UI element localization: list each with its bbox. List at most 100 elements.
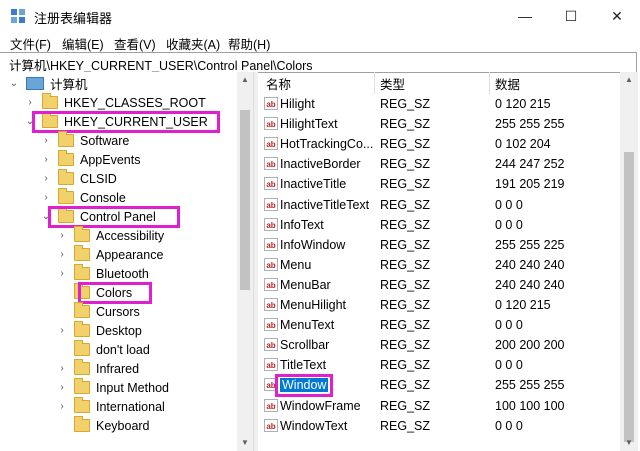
column-separator[interactable] [374, 72, 375, 94]
tree-item-don-t-load[interactable]: don't load [56, 340, 150, 359]
value-type: REG_SZ [380, 418, 431, 433]
list-scroll-thumb[interactable] [624, 152, 634, 442]
folder-icon [74, 378, 90, 394]
scroll-up-icon[interactable]: ▲ [241, 75, 249, 84]
string-value-icon: ab [264, 298, 278, 311]
list-scrollbar[interactable]: ▲ ▼ [620, 72, 638, 451]
tree-item-clsid[interactable]: › CLSID [40, 169, 117, 188]
tree-item-hkey-classes-root[interactable]: › HKEY_CLASSES_ROOT [24, 93, 206, 112]
chevron-right-icon[interactable]: › [56, 325, 68, 336]
tree-item-cursors[interactable]: Cursors [56, 302, 140, 321]
tree-item-label: Software [80, 133, 130, 148]
chevron-right-icon[interactable]: › [56, 401, 68, 412]
chevron-right-icon[interactable]: › [56, 363, 68, 374]
value-type: REG_SZ [380, 358, 431, 373]
tree-item-keyboard[interactable]: Keyboard [56, 416, 150, 435]
value-row[interactable]: ab Scrollbar REG_SZ 200 200 200 [258, 335, 620, 355]
value-row[interactable]: ab InfoWindow REG_SZ 255 255 225 [258, 235, 620, 255]
value-row[interactable]: ab InactiveBorder REG_SZ 244 247 252 [258, 154, 620, 174]
menu-favorites[interactable]: 收藏夹(A) [166, 34, 220, 53]
folder-icon [42, 93, 58, 109]
scroll-up-icon[interactable]: ▲ [625, 75, 633, 84]
regedit-app-icon [11, 9, 25, 23]
value-data: 191 205 219 [495, 177, 565, 192]
maximize-button[interactable]: ☐ [548, 0, 594, 32]
value-row[interactable]: ab InactiveTitle REG_SZ 191 205 219 [258, 174, 620, 194]
value-type: REG_SZ [380, 137, 431, 152]
chevron-right-icon[interactable]: › [40, 192, 52, 203]
tree-item-international[interactable]: › International [56, 397, 165, 416]
folder-icon [74, 359, 90, 375]
chevron-right-icon[interactable]: › [40, 154, 52, 165]
folder-icon [58, 150, 74, 166]
menu-edit[interactable]: 编辑(E) [62, 34, 104, 53]
tree-item-label: Appearance [96, 247, 164, 262]
chevron-right-icon[interactable]: › [24, 97, 36, 108]
folder-icon [74, 245, 90, 261]
key-tree-pane[interactable]: ⌄ 计算机 › HKEY_CLASSES_ROOT ⌄ HKEY_CURRENT_USER… [0, 72, 252, 451]
column-header-name[interactable]: 名称 [266, 72, 291, 94]
tree-item-appevents[interactable]: › AppEvents [40, 150, 140, 169]
value-data: 255 255 255 [495, 117, 565, 132]
tree-item-accessibility[interactable]: › Accessibility [56, 226, 164, 245]
value-type: REG_SZ [380, 157, 431, 172]
tree-item-label: HKEY_CLASSES_ROOT [64, 95, 206, 110]
chevron-right-icon[interactable]: › [40, 135, 52, 146]
tree-item-label: Keyboard [96, 418, 150, 433]
tree-item-infrared[interactable]: › Infrared [56, 359, 139, 378]
tree-item-bluetooth[interactable]: › Bluetooth [56, 264, 149, 283]
value-row[interactable]: ab MenuText REG_SZ 0 0 0 [258, 315, 620, 335]
tree-item-computer[interactable]: ⌄ 计算机 [8, 74, 88, 93]
tree-item-software[interactable]: › Software [40, 131, 129, 150]
value-type: REG_SZ [380, 277, 431, 292]
values-list-pane[interactable]: 名称 类型 数据 ab Hilight REG_SZ 0 120 215 ab Hilig… [258, 72, 640, 451]
value-row[interactable]: ab WindowFrame REG_SZ 100 100 100 [258, 396, 620, 416]
string-value-icon: ab [264, 197, 278, 211]
value-name: HotTrackingCo... [280, 137, 374, 152]
folder-icon [74, 302, 90, 318]
value-row[interactable]: ab HilightText REG_SZ 255 255 255 [258, 114, 620, 134]
chevron-down-icon[interactable]: ⌄ [8, 78, 20, 89]
value-row[interactable]: ab InfoText REG_SZ 0 0 0 [258, 215, 620, 235]
value-row[interactable]: ab Menu REG_SZ 240 240 240 [258, 255, 620, 275]
close-button[interactable]: ✕ [594, 0, 640, 32]
column-header-type[interactable]: 类型 [380, 72, 405, 94]
chevron-right-icon[interactable]: › [56, 249, 68, 260]
value-name: Menu [280, 257, 312, 272]
menu-view[interactable]: 查看(V) [114, 34, 156, 53]
value-data: 255 255 255 [495, 378, 565, 393]
tree-scrollbar[interactable]: ▲ ▼ [237, 72, 253, 451]
value-row[interactable]: ab InactiveTitleText REG_SZ 0 0 0 [258, 195, 620, 215]
chevron-right-icon[interactable]: › [40, 173, 52, 184]
tree-item-appearance[interactable]: › Appearance [56, 245, 163, 264]
value-name: Hilight [280, 97, 315, 111]
tree-scroll-thumb[interactable] [240, 110, 250, 290]
column-separator[interactable] [489, 72, 490, 94]
chevron-right-icon[interactable]: › [56, 268, 68, 279]
scroll-down-icon[interactable]: ▼ [625, 438, 633, 447]
minimize-button[interactable]: — [502, 0, 548, 32]
chevron-right-icon[interactable]: › [56, 230, 68, 241]
value-name: InactiveBorder [280, 157, 361, 172]
value-row[interactable]: ab Hilight REG_SZ 0 120 215 [258, 94, 620, 114]
value-row[interactable]: ab MenuBar REG_SZ 240 240 240 [258, 275, 620, 295]
value-row[interactable]: ab MenuHilight REG_SZ 0 120 215 [258, 295, 620, 315]
string-value-icon: ab [264, 277, 278, 291]
menu-help[interactable]: 帮助(H) [228, 34, 270, 53]
tree-item-input-method[interactable]: › Input Method [56, 378, 169, 397]
tree-item-desktop[interactable]: › Desktop [56, 321, 142, 340]
scroll-down-icon[interactable]: ▼ [241, 438, 249, 447]
value-row[interactable]: ab TitleText REG_SZ 0 0 0 [258, 355, 620, 375]
address-bar[interactable]: 计算机\HKEY_CURRENT_USER\Control Panel\Colo… [0, 52, 637, 73]
value-row[interactable]: ab HotTrackingCo... REG_SZ 0 102 204 [258, 134, 620, 154]
tree-item-label: Bluetooth [96, 266, 149, 281]
value-type: REG_SZ [380, 398, 431, 413]
value-row[interactable]: ab WindowText REG_SZ 0 0 0 [258, 416, 620, 436]
tree-item-console[interactable]: › Console [40, 188, 126, 207]
value-name: Scrollbar [280, 338, 330, 353]
column-header-data[interactable]: 数据 [495, 72, 520, 94]
menu-file[interactable]: 文件(F) [10, 34, 51, 53]
tree-item-label: Cursors [96, 304, 140, 319]
chevron-right-icon[interactable]: › [56, 382, 68, 393]
string-value-icon: ab [264, 157, 278, 171]
